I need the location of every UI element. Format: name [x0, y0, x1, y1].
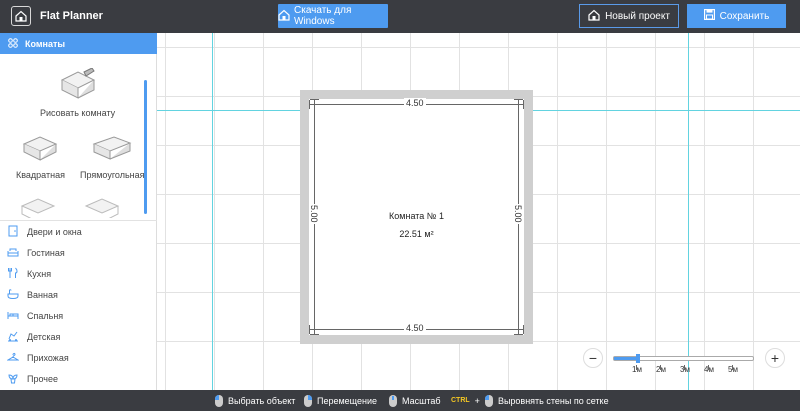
zoom-label: 2м [656, 365, 666, 374]
save-button[interactable]: Сохранить [687, 4, 786, 28]
category-label: Кухня [27, 268, 52, 279]
guide-line [212, 33, 213, 390]
category-living-room[interactable]: Гостиная [0, 242, 157, 263]
rooms-section-header[interactable]: Комнаты [0, 33, 157, 54]
category-bedroom[interactable]: Спальня [0, 305, 157, 326]
sidebar: Комнаты Рисовать комнату Квадратная Прям… [0, 33, 157, 390]
zoom-label: 1м [632, 365, 642, 374]
hint-zoom: Масштаб [389, 390, 441, 411]
dimension-tick [514, 99, 523, 100]
zoom-in-button[interactable]: + [765, 348, 785, 368]
category-label: Двери и окна [27, 226, 82, 237]
top-dimension-label: 4.50 [404, 98, 426, 108]
dimension-tick [523, 100, 524, 109]
square-room-label: Квадратная [16, 170, 65, 180]
home-logo-icon[interactable] [11, 6, 31, 26]
hint-align: CTRL + Выровнять стены по сетке [451, 390, 609, 411]
zoom-label: 4м [704, 365, 714, 374]
category-hallway[interactable]: Прихожая [0, 347, 157, 368]
draw-room-label: Рисовать комнату [40, 108, 116, 118]
category-kids-room[interactable]: Детская [0, 326, 157, 347]
category-label: Гостиная [27, 247, 65, 258]
square-room-tool[interactable]: Квадратная [16, 134, 65, 180]
toy-icon [7, 330, 19, 344]
plant-icon [7, 372, 19, 386]
guide-line [688, 33, 689, 390]
category-label: Прихожая [27, 352, 69, 363]
top-bar: Flat Planner Скачать для Windows Новый п… [0, 0, 800, 33]
rectangular-room-icon [90, 134, 134, 166]
zoom-slider-handle[interactable] [635, 354, 640, 363]
hint-move-label: Перемещение [317, 395, 377, 406]
save-icon [703, 9, 715, 23]
lshape-room-tool[interactable] [18, 196, 58, 218]
zoom-label: 3м [680, 365, 690, 374]
bathtub-icon [7, 288, 19, 302]
dimension-tick [310, 334, 319, 335]
new-project-label: Новый проект [605, 10, 670, 22]
dimension-tick [309, 100, 310, 109]
ctrl-key-label: CTRL [451, 397, 470, 404]
zoom-label: 5м [728, 365, 738, 374]
hanger-icon [6, 351, 20, 365]
plus-label: + [474, 395, 480, 406]
hint-select-label: Выбрать объект [228, 395, 296, 406]
dimension-tick [523, 325, 524, 334]
category-label: Прочее [27, 373, 58, 384]
download-windows-button[interactable]: Скачать для Windows [278, 4, 388, 28]
hint-move: Перемещение [304, 390, 377, 411]
draw-room-icon [56, 67, 100, 104]
category-bathroom[interactable]: Ванная [0, 284, 157, 305]
category-other[interactable]: Прочее [0, 368, 157, 389]
bed-icon [7, 309, 19, 323]
dimension-tick [309, 325, 310, 334]
category-label: Спальня [27, 310, 64, 321]
room-area-label: 22.51 м² [399, 229, 434, 239]
rooms-panel: Рисовать комнату Квадратная Прямоугольна… [0, 54, 157, 218]
hint-align-label: Выровнять стены по сетке [497, 395, 609, 406]
mouse-scroll-icon [389, 394, 397, 407]
house-icon [588, 9, 600, 24]
bottom-dimension-label: 4.50 [404, 323, 426, 333]
category-list: Двери и окна Гостиная Кухня Ванная Спаль… [0, 220, 157, 389]
rectangular-room-label: Прямоугольная [80, 170, 145, 180]
save-label: Сохранить [719, 10, 770, 22]
draw-room-tool[interactable]: Рисовать комнату [40, 67, 116, 118]
hint-bar: Выбрать объект Перемещение Масштаб CTRL … [0, 390, 800, 411]
sofa-icon [7, 246, 19, 260]
category-doors-windows[interactable]: Двери и окна [0, 221, 157, 242]
zoom-slider-fill [614, 357, 638, 360]
floor-plan-canvas[interactable]: 4.50 4.50 5.00 5.00 Комната № 1 22.51 м²… [157, 33, 800, 390]
new-project-button[interactable]: Новый проект [579, 4, 679, 28]
zoom-slider[interactable] [613, 354, 754, 370]
rectangular-room-tool[interactable]: Прямоугольная [80, 134, 145, 180]
download-windows-label: Скачать для Windows [294, 5, 352, 27]
dimension-tick [310, 99, 319, 100]
l-room-icon [18, 196, 58, 218]
custom-room-icon [82, 196, 122, 218]
app-title: Flat Planner [40, 10, 103, 22]
hint-zoom-label: Масштаб [402, 395, 441, 406]
custom-room-tool[interactable] [82, 196, 122, 218]
zoom-out-button[interactable]: − [583, 348, 603, 368]
rooms-scrollbar[interactable] [144, 80, 147, 214]
category-label: Ванная [27, 289, 58, 300]
grid-icon [8, 37, 18, 50]
category-kitchen[interactable]: Кухня [0, 263, 157, 284]
category-label: Детская [27, 331, 61, 342]
hint-select: Выбрать объект [215, 390, 295, 411]
kitchen-icon [7, 267, 19, 281]
mouse-left-click-icon [484, 394, 493, 407]
door-icon [7, 225, 19, 239]
square-room-icon [20, 134, 60, 166]
dimension-tick [514, 334, 523, 335]
room-name-label: Комната № 1 [389, 211, 444, 221]
room-1[interactable]: 4.50 4.50 5.00 5.00 Комната № 1 22.51 м² [300, 90, 533, 344]
rooms-section-title: Комнаты [25, 38, 66, 49]
mouse-right-click-icon [304, 394, 312, 407]
mouse-left-click-icon [215, 394, 223, 407]
house-icon [278, 9, 290, 24]
